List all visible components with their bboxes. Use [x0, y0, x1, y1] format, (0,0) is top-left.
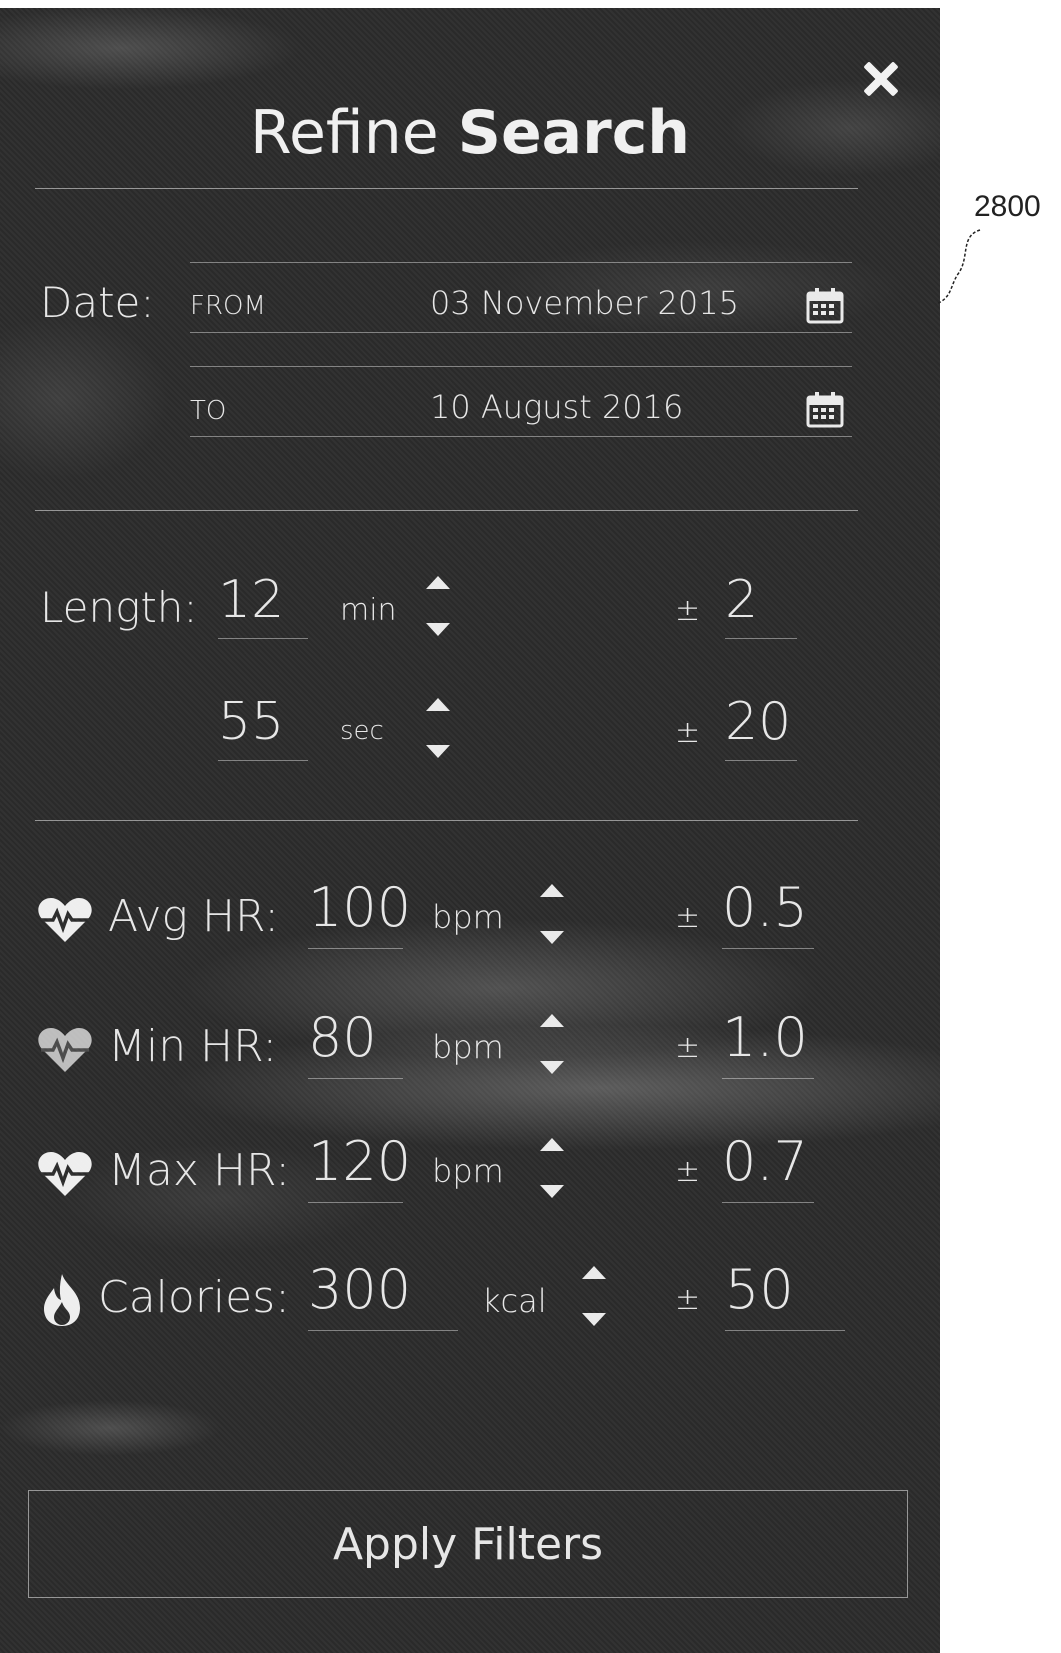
- heartbeat-icon: [38, 1152, 92, 1196]
- length-minutes-tolerance[interactable]: 2: [725, 570, 758, 630]
- min-hr-label: Min HR:: [108, 1021, 278, 1072]
- stepper-up-icon[interactable]: [426, 576, 450, 589]
- calories-line: [308, 1330, 458, 1331]
- stepper-down-icon[interactable]: [540, 931, 564, 944]
- length-seconds-tolerance-sign: ±: [675, 715, 701, 750]
- max-hr-unit: bpm: [432, 1152, 504, 1190]
- max-hr-stepper[interactable]: [540, 1138, 564, 1198]
- title-light: Refine: [250, 98, 439, 168]
- max-hr-tolerance[interactable]: 0.7: [722, 1130, 808, 1193]
- avg-hr-unit: bpm: [432, 898, 504, 936]
- divider: [35, 188, 858, 189]
- length-minutes-line: [218, 638, 308, 639]
- stepper-up-icon[interactable]: [540, 884, 564, 897]
- stepper-up-icon[interactable]: [540, 1014, 564, 1027]
- close-icon[interactable]: [858, 56, 904, 102]
- apply-filters-button[interactable]: Apply Filters: [28, 1490, 908, 1598]
- divider: [35, 820, 858, 821]
- min-hr-value[interactable]: 80: [308, 1006, 377, 1069]
- heartbeat-icon: [38, 898, 92, 942]
- date-from-value[interactable]: 03 November 2015: [430, 284, 739, 322]
- calories-unit: kcal: [482, 1282, 547, 1320]
- apply-filters-label: Apply Filters: [332, 1518, 604, 1570]
- stepper-down-icon[interactable]: [426, 623, 450, 636]
- date-from-line: [190, 332, 852, 333]
- max-hr-tolerance-sign: ±: [675, 1154, 701, 1189]
- stepper-down-icon[interactable]: [582, 1313, 606, 1326]
- date-to-value[interactable]: 10 August 2016: [430, 388, 683, 426]
- leader-line: [935, 229, 981, 305]
- stepper-up-icon[interactable]: [540, 1138, 564, 1151]
- page-title: Refine Search: [0, 98, 940, 168]
- calories-value[interactable]: 300: [308, 1258, 411, 1321]
- length-minutes-tolerance-line: [725, 638, 797, 639]
- max-hr-tolerance-line: [722, 1202, 814, 1203]
- length-seconds-line: [218, 760, 308, 761]
- flame-icon: [44, 1274, 80, 1326]
- date-label: Date:: [40, 278, 155, 327]
- length-label: Length:: [40, 583, 198, 632]
- avg-hr-line: [308, 948, 403, 949]
- divider: [35, 510, 858, 511]
- min-hr-unit: bpm: [432, 1028, 504, 1066]
- stepper-down-icon[interactable]: [426, 745, 450, 758]
- refine-search-panel: Refine Search Date: FROM 03 November 201…: [0, 8, 940, 1653]
- avg-hr-stepper[interactable]: [540, 884, 564, 944]
- date-to-top-line: [190, 366, 852, 367]
- calories-stepper[interactable]: [582, 1266, 606, 1326]
- stepper-up-icon[interactable]: [426, 698, 450, 711]
- minutes-stepper[interactable]: [426, 576, 450, 636]
- stepper-down-icon[interactable]: [540, 1185, 564, 1198]
- title-bold: Search: [457, 98, 690, 168]
- length-minutes-value[interactable]: 12: [218, 570, 284, 630]
- max-hr-line: [308, 1202, 403, 1203]
- length-seconds-tolerance[interactable]: 20: [725, 692, 791, 752]
- length-seconds-value[interactable]: 55: [218, 692, 284, 752]
- avg-hr-tolerance-line: [722, 948, 814, 949]
- date-from-label: FROM: [190, 291, 266, 321]
- min-hr-tolerance-line: [722, 1078, 814, 1079]
- heartbeat-icon: [38, 1028, 92, 1072]
- avg-hr-tolerance[interactable]: 0.5: [722, 876, 808, 939]
- length-minutes-unit: min: [340, 593, 397, 628]
- avg-hr-tolerance-sign: ±: [675, 900, 701, 935]
- seconds-stepper[interactable]: [426, 698, 450, 758]
- date-to-label: TO: [190, 396, 227, 426]
- calories-tolerance-sign: ±: [675, 1282, 701, 1317]
- stepper-down-icon[interactable]: [540, 1061, 564, 1074]
- max-hr-label: Max HR:: [108, 1145, 291, 1196]
- date-to-line: [190, 436, 852, 437]
- calories-tolerance[interactable]: 50: [725, 1258, 794, 1321]
- length-minutes-tolerance-sign: ±: [675, 593, 701, 628]
- length-seconds-unit: sec: [340, 716, 384, 746]
- min-hr-line: [308, 1078, 403, 1079]
- avg-hr-value[interactable]: 100: [308, 876, 411, 939]
- calendar-icon[interactable]: [806, 392, 844, 428]
- calories-tolerance-line: [725, 1330, 845, 1331]
- stepper-up-icon[interactable]: [582, 1266, 606, 1279]
- calories-label: Calories:: [98, 1272, 290, 1323]
- date-from-top-line: [190, 262, 852, 263]
- reference-number: 2800: [974, 190, 1041, 223]
- min-hr-tolerance[interactable]: 1.0: [722, 1006, 808, 1069]
- max-hr-value[interactable]: 120: [308, 1130, 411, 1193]
- min-hr-tolerance-sign: ±: [675, 1030, 701, 1065]
- avg-hr-label: Avg HR:: [108, 891, 280, 942]
- min-hr-stepper[interactable]: [540, 1014, 564, 1074]
- length-seconds-tolerance-line: [725, 760, 797, 761]
- calendar-icon[interactable]: [806, 288, 844, 324]
